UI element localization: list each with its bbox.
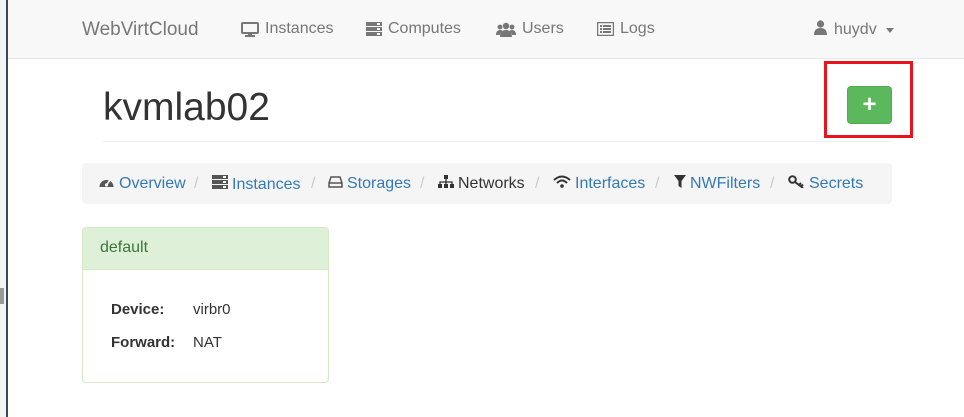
subnav-label: Networks [458,175,525,192]
subnav-instances[interactable]: Instances [212,175,300,194]
subnav-networks: Networks [438,175,525,193]
wifi-icon [553,175,571,193]
subnav-label: Interfaces [575,175,646,192]
subnav-label: Instances [232,175,301,193]
field-key: Forward: [111,334,176,351]
filter-icon [674,175,686,193]
brand-link[interactable]: WebVirtCloud [82,19,199,41]
desktop-icon [241,21,259,37]
nav-item-label: Users [522,20,564,37]
subnav-interfaces[interactable]: Interfaces [553,175,645,193]
nav-item-label: Instances [265,20,334,37]
list-icon [597,22,614,36]
breadcrumb-separator: / [420,175,425,192]
subnav-label: Overview [119,175,186,192]
scroll-handle[interactable] [0,288,4,304]
subnav-secrets[interactable]: Secrets [788,175,863,193]
top-navbar: WebVirtCloud Instances Computes Users Lo… [8,0,964,59]
network-panel[interactable]: default Device: virbr0 Forward: NAT [82,227,329,383]
user-name: huydv [834,21,877,38]
page-title: kvmlab02 [103,86,270,129]
subnav-overview[interactable]: Overview [98,175,186,193]
nav-item-instances[interactable]: Instances [241,20,333,38]
nav-item-label: Computes [388,20,461,37]
nav-item-logs[interactable]: Logs [597,20,655,38]
sitemap-icon [438,175,454,193]
subnav-label: Storages [347,175,412,192]
header-divider [103,141,890,142]
field-key: Device: [111,301,165,318]
caret-down-icon [885,27,894,33]
users-icon [496,22,516,37]
field-value: virbr0 [193,301,231,318]
network-field-forward: Forward: NAT [111,334,222,351]
host-subnav: Overview / Instances / Storages / Networ… [82,163,892,204]
add-network-button[interactable]: + [847,86,892,124]
network-field-device: Device: virbr0 [111,301,231,318]
field-value: NAT [193,334,222,351]
breadcrumb-separator: / [194,175,199,192]
nav-item-label: Logs [620,20,655,37]
hdd-icon [328,175,343,193]
breadcrumb-separator: / [770,175,775,192]
network-name[interactable]: default [83,228,328,270]
subnav-label: Secrets [809,175,864,192]
breadcrumb-separator: / [535,175,540,192]
subnav-label: NWFilters [690,175,761,192]
user-menu-dropdown[interactable]: huydv [814,20,894,40]
server-icon [212,175,228,194]
nav-item-users[interactable]: Users [496,20,564,38]
user-icon [814,20,827,40]
window-left-edge [0,0,8,417]
dashboard-icon [98,175,115,193]
key-icon [788,175,805,193]
breadcrumb-separator: / [655,175,660,192]
nav-item-computes[interactable]: Computes [366,20,461,38]
breadcrumb-separator: / [311,175,316,192]
subnav-storages[interactable]: Storages [328,175,411,193]
server-icon [366,22,382,36]
subnav-nwfilters[interactable]: NWFilters [674,175,760,193]
